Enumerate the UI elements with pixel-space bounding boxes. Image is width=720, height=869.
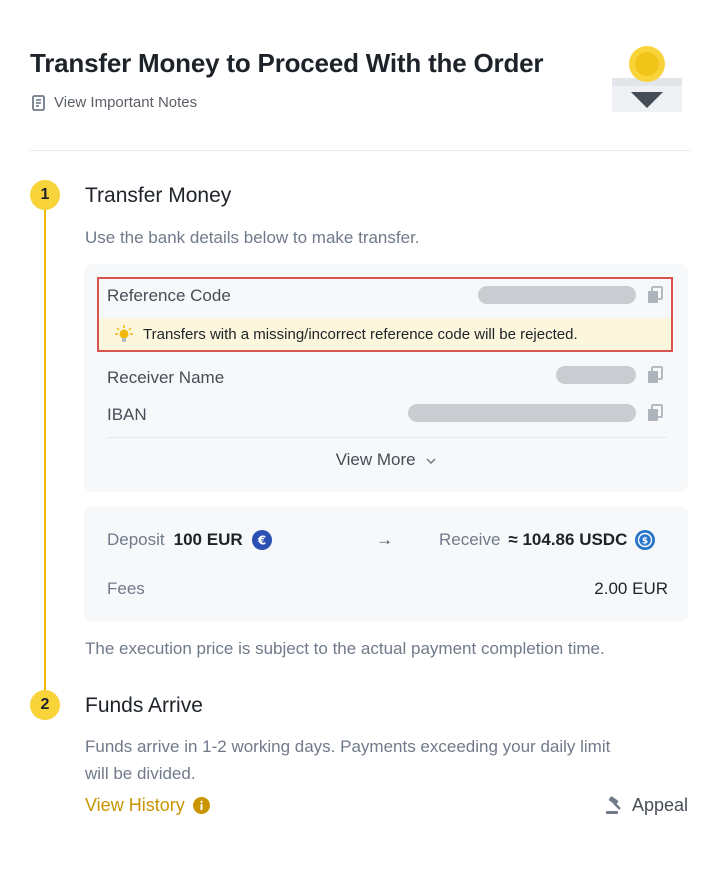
lightbulb-icon (115, 325, 133, 342)
view-history-link[interactable]: View History (85, 795, 210, 816)
step-2-description-line2: will be divided. (85, 764, 196, 783)
reference-code-value (478, 286, 636, 304)
svg-text:€: € (256, 534, 265, 548)
deposit-row: Deposit 100 EUR € (107, 530, 272, 550)
eur-coin-icon: € (251, 530, 272, 550)
deposit-summary-card (84, 506, 688, 622)
receive-label: Receive (439, 530, 501, 549)
timeline-line (44, 196, 46, 702)
appeal-button[interactable]: Appeal (604, 795, 688, 816)
receiver-name-label: Receiver Name (107, 368, 225, 387)
view-more-label: View More (335, 450, 416, 469)
view-more-button[interactable]: View More (84, 450, 688, 470)
view-important-notes-link[interactable]: View Important Notes (32, 94, 197, 111)
reference-warning-text: Transfers with a missing/incorrect refer… (143, 325, 578, 343)
fees-value: 2.00 EUR (594, 579, 668, 598)
receive-row: Receive ≈ 104.86 USDC $ (439, 530, 656, 550)
card-divider (107, 437, 667, 438)
execution-price-note: The execution price is subject to the ac… (85, 639, 605, 658)
deposit-amount: 100 EUR (173, 530, 243, 549)
page-title: Transfer Money to Proceed With the Order (30, 48, 544, 78)
view-history-label: View History (85, 795, 185, 815)
info-icon[interactable] (192, 797, 210, 814)
reference-warning: Transfers with a missing/incorrect refer… (99, 318, 671, 350)
copy-icon[interactable] (647, 286, 663, 304)
iban-label: IBAN (107, 405, 147, 424)
receiver-name-value (556, 366, 636, 384)
gavel-icon (605, 795, 621, 814)
deposit-illustration-icon (612, 46, 682, 112)
header-divider (30, 150, 690, 151)
notes-icon (32, 94, 45, 111)
deposit-label: Deposit (107, 530, 165, 549)
iban-value (408, 404, 636, 422)
fees-label: Fees (107, 579, 145, 598)
step-2-badge: 2 (30, 690, 60, 720)
step-2-description-line1: Funds arrive in 1-2 working days. Paymen… (85, 737, 611, 756)
view-important-notes-label: View Important Notes (54, 94, 198, 111)
svg-text:$: $ (642, 537, 648, 547)
copy-icon[interactable] (647, 404, 663, 422)
copy-icon[interactable] (647, 366, 663, 384)
reference-code-label: Reference Code (107, 286, 231, 305)
usdc-coin-icon: $ (635, 530, 656, 550)
arrow-icon: → (376, 530, 393, 549)
receive-amount: ≈ 104.86 USDC (508, 530, 628, 549)
step-2-title: Funds Arrive (85, 694, 203, 717)
step-1-subtitle: Use the bank details below to make trans… (85, 228, 420, 247)
step-1-badge: 1 (30, 180, 60, 210)
step-1-title: Transfer Money (85, 184, 232, 207)
chevron-down-icon (426, 457, 436, 464)
appeal-label: Appeal (631, 795, 688, 815)
